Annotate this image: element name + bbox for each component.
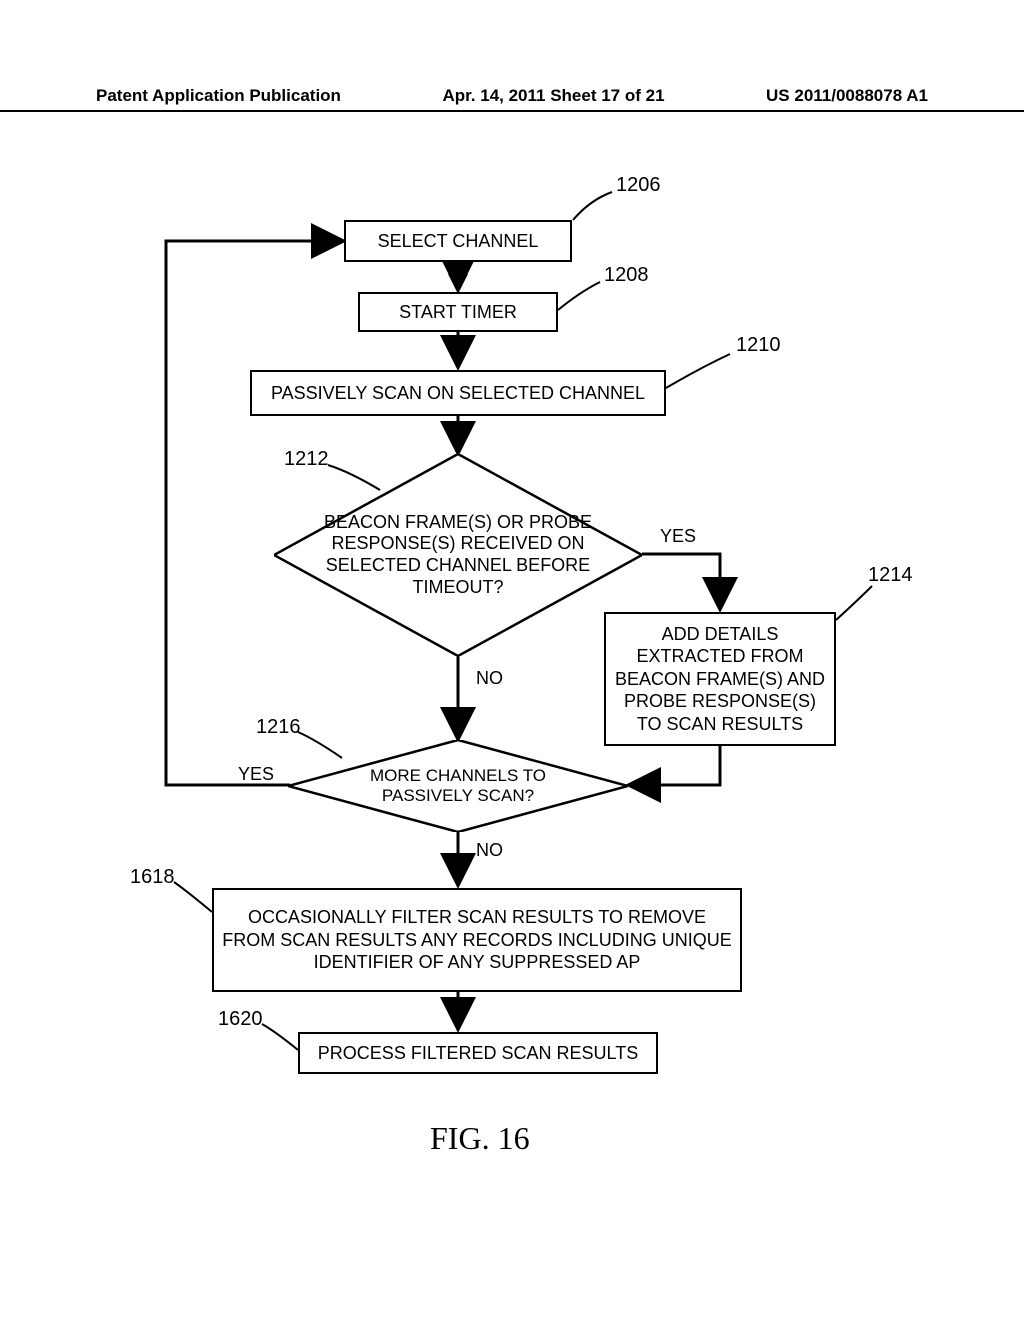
header-left: Patent Application Publication <box>96 86 341 106</box>
header-right: US 2011/0088078 A1 <box>766 86 928 106</box>
step-filter-results: OCCASIONALLY FILTER SCAN RESULTS TO REMO… <box>212 888 742 992</box>
step-passive-scan: PASSIVELY SCAN ON SELECTED CHANNEL <box>250 370 666 416</box>
ref-1618: 1618 <box>130 866 175 889</box>
figure-caption: FIG. 16 <box>430 1120 530 1157</box>
step-filter-results-label: OCCASIONALLY FILTER SCAN RESULTS TO REMO… <box>222 906 732 974</box>
step-add-details: ADD DETAILS EXTRACTED FROM BEACON FRAME(… <box>604 612 836 746</box>
decision-beacon-received: BEACON FRAME(S) OR PROBE RESPONSE(S) REC… <box>274 454 642 656</box>
label-no-more: NO <box>476 840 503 861</box>
ref-1208: 1208 <box>604 264 649 287</box>
ref-1212: 1212 <box>284 448 329 471</box>
step-start-timer-label: START TIMER <box>399 301 517 324</box>
step-start-timer: START TIMER <box>358 292 558 332</box>
label-no-beacon: NO <box>476 668 503 689</box>
decision-more-channels: MORE CHANNELS TO PASSIVELY SCAN? <box>288 740 628 832</box>
header-center: Apr. 14, 2011 Sheet 17 of 21 <box>442 86 664 106</box>
label-yes-beacon: YES <box>660 526 696 547</box>
decision-beacon-received-label: BEACON FRAME(S) OR PROBE RESPONSE(S) REC… <box>304 512 612 598</box>
ref-1210: 1210 <box>736 334 781 357</box>
ref-1206: 1206 <box>616 174 661 197</box>
ref-1214: 1214 <box>868 564 913 587</box>
step-add-details-label: ADD DETAILS EXTRACTED FROM BEACON FRAME(… <box>614 623 826 736</box>
step-process-results-label: PROCESS FILTERED SCAN RESULTS <box>318 1042 638 1065</box>
ref-1620: 1620 <box>218 1008 263 1031</box>
step-select-channel-label: SELECT CHANNEL <box>378 230 539 253</box>
step-passive-scan-label: PASSIVELY SCAN ON SELECTED CHANNEL <box>271 382 645 405</box>
flowchart-diagram: SELECT CHANNEL START TIMER PASSIVELY SCA… <box>0 120 1024 1320</box>
step-select-channel: SELECT CHANNEL <box>344 220 572 262</box>
decision-more-channels-label: MORE CHANNELS TO PASSIVELY SCAN? <box>332 766 584 807</box>
step-process-results: PROCESS FILTERED SCAN RESULTS <box>298 1032 658 1074</box>
page-header: Patent Application Publication Apr. 14, … <box>0 86 1024 112</box>
label-yes-more: YES <box>238 764 274 785</box>
ref-1216: 1216 <box>256 716 301 739</box>
